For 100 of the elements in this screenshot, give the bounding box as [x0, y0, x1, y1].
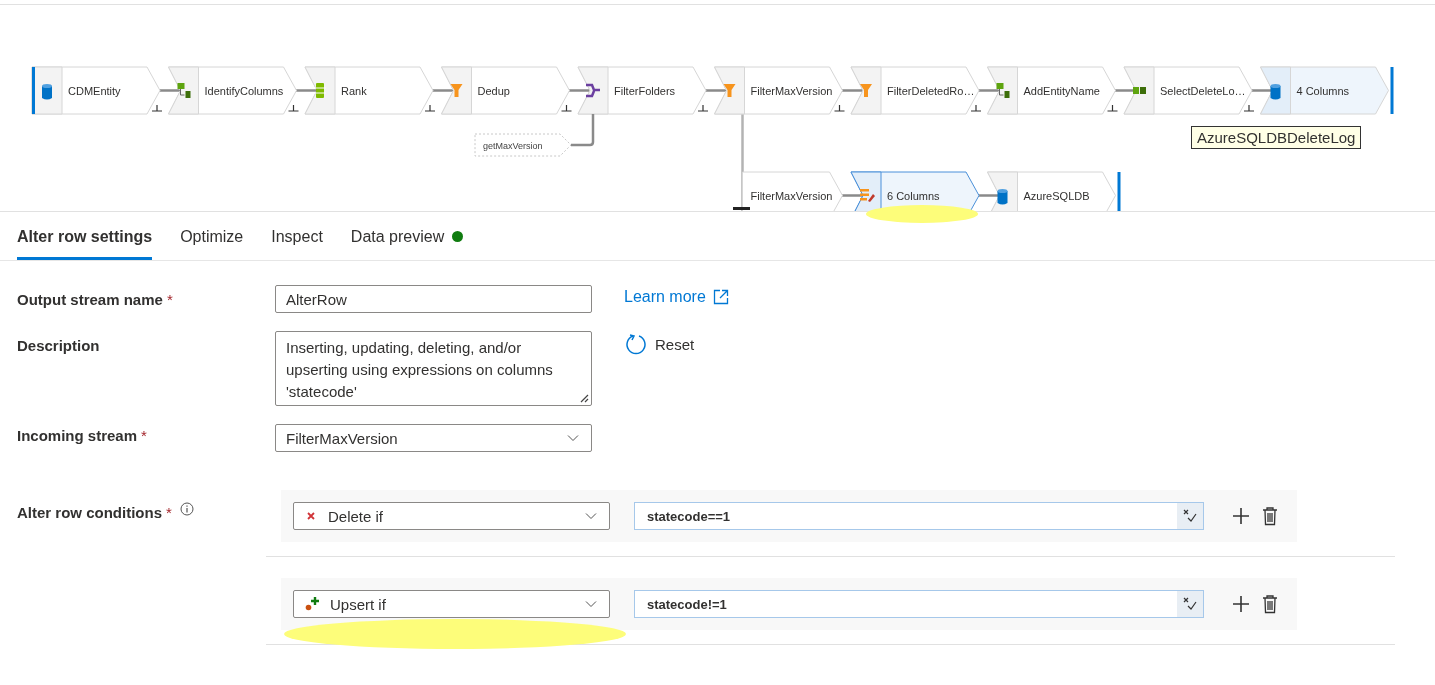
add-handle-icon[interactable]	[560, 104, 573, 112]
node-label: FilterFolders	[614, 84, 676, 97]
node-label: CDMEntity	[68, 84, 121, 97]
funnel-icon	[860, 84, 872, 97]
field-label: Incoming stream	[17, 427, 138, 444]
stream-dropdown[interactable]: FilterMaxVersion	[275, 424, 592, 452]
add-handle-icon[interactable]	[424, 104, 436, 112]
tooltip: AzureSQLDBDeleteLog	[1191, 126, 1362, 149]
resize-handle[interactable]	[733, 207, 750, 210]
learn-more-link[interactable]: Learn more	[624, 285, 729, 306]
add-button[interactable]	[1232, 595, 1250, 613]
hierarchy-icon	[177, 83, 191, 98]
chevron-down-icon	[585, 600, 597, 608]
sink-bar	[1390, 67, 1394, 114]
chevron-down-icon	[585, 512, 597, 520]
delete-button[interactable]	[1262, 594, 1278, 614]
connector-line	[704, 89, 727, 92]
database-icon	[42, 84, 52, 100]
add-handle-icon[interactable]	[697, 104, 709, 112]
reset-button[interactable]: Reset	[625, 331, 695, 357]
node-label: FilterMaxVersion	[750, 84, 833, 97]
pipeline-node[interactable]: IdentifyColumns	[168, 66, 300, 115]
node-label: Rank	[341, 84, 367, 97]
required-mark: *	[166, 504, 172, 521]
connector-line	[158, 89, 181, 92]
database-icon	[997, 189, 1008, 205]
pipeline-node[interactable]: SelectDeleteLo…	[1123, 66, 1255, 115]
node-label: AzureSQLDB	[1023, 189, 1090, 202]
external-link-icon	[712, 289, 729, 305]
tab[interactable]: Optimize	[180, 212, 244, 260]
connector-line	[977, 89, 1000, 92]
connector-line	[571, 114, 595, 147]
field-label: Description	[17, 337, 100, 354]
required-mark: *	[141, 427, 147, 444]
node-label: FilterDeletedRo…	[887, 84, 975, 97]
condition-type-dropdown[interactable]: Delete if	[293, 502, 610, 530]
merge-icon	[584, 83, 602, 98]
chevron-down-icon	[567, 434, 579, 442]
connector-line	[840, 89, 863, 92]
trash-icon	[1262, 506, 1278, 526]
validate-button[interactable]	[1177, 503, 1203, 529]
tab[interactable]: Inspect	[271, 212, 323, 260]
edit-rows-icon	[860, 189, 875, 202]
node-label: FilterMaxVersion	[750, 189, 833, 202]
connector-line	[1250, 89, 1273, 92]
pipeline-node[interactable]: CDMEntity	[31, 66, 163, 115]
add-handle-icon[interactable]	[1243, 104, 1255, 112]
expression-field[interactable]: statecode==1	[634, 502, 1204, 530]
node-label: 4 Columns	[1296, 84, 1350, 97]
funnel-icon	[450, 84, 463, 97]
node-label: getMaxVersion	[483, 140, 543, 151]
validate-button[interactable]	[1177, 591, 1203, 617]
add-handle-icon[interactable]	[970, 104, 982, 112]
description-field[interactable]: Inserting, updating, deleting, and/or upserting using expressions on columns 'statecode'	[275, 331, 592, 406]
add-button[interactable]	[1232, 507, 1250, 525]
expression-field[interactable]: statecode!=1	[634, 590, 1204, 618]
pipeline-node[interactable]: Rank	[304, 66, 436, 115]
database-icon	[1270, 84, 1281, 100]
node-label: SelectDeleteLo…	[1160, 84, 1246, 97]
pipeline-node[interactable]: FilterDeletedRo…	[850, 66, 982, 115]
tab[interactable]: Alter row settings	[17, 212, 153, 260]
connector-line	[567, 89, 590, 92]
connector-line	[977, 194, 1000, 197]
source-bar	[32, 67, 35, 114]
pipeline-node[interactable]: FilterFolders	[577, 66, 709, 115]
select-icon	[1133, 87, 1146, 94]
field-label: Alter row conditions	[17, 504, 162, 521]
node-label: IdentifyColumns	[204, 84, 284, 97]
side-input-node[interactable]: getMaxVersion	[474, 133, 572, 157]
hierarchy-icon	[996, 83, 1010, 98]
field-label: Output stream name	[17, 291, 163, 308]
connector-line	[431, 89, 454, 92]
add-handle-icon[interactable]	[833, 104, 846, 112]
node-label: AddEntityName	[1023, 84, 1100, 97]
connector-line	[840, 194, 863, 197]
clear-check-icon	[1183, 509, 1197, 523]
node-label: 6 Columns	[887, 189, 940, 202]
connector-line	[1113, 89, 1136, 92]
pipeline-node[interactable]: FilterMaxVersion	[714, 66, 846, 115]
rank-icon	[313, 83, 327, 98]
add-handle-icon[interactable]	[287, 104, 300, 112]
trash-icon	[1262, 594, 1278, 614]
add-handle-icon[interactable]	[151, 104, 163, 112]
funnel-icon	[723, 84, 736, 97]
node-label: Dedup	[477, 84, 510, 97]
input-field[interactable]: AlterRow	[275, 285, 592, 313]
tab[interactable]: Data preview	[350, 212, 464, 260]
plus-icon	[1232, 595, 1250, 613]
condition-type-dropdown[interactable]: Upsert if	[293, 590, 610, 618]
pipeline-node[interactable]: Dedup	[441, 66, 573, 115]
required-mark: *	[166, 291, 173, 308]
resize-grip-icon[interactable]	[579, 393, 589, 403]
info-icon[interactable]	[179, 501, 194, 516]
clear-check-icon	[1183, 597, 1197, 611]
pipeline-node[interactable]: FilterMaxVersion	[742, 171, 843, 211]
upsert-icon	[304, 596, 320, 612]
reset-icon	[625, 333, 647, 355]
pipeline-node[interactable]: AddEntityName	[987, 66, 1119, 115]
delete-button[interactable]	[1262, 506, 1278, 526]
add-handle-icon[interactable]	[1106, 104, 1119, 112]
